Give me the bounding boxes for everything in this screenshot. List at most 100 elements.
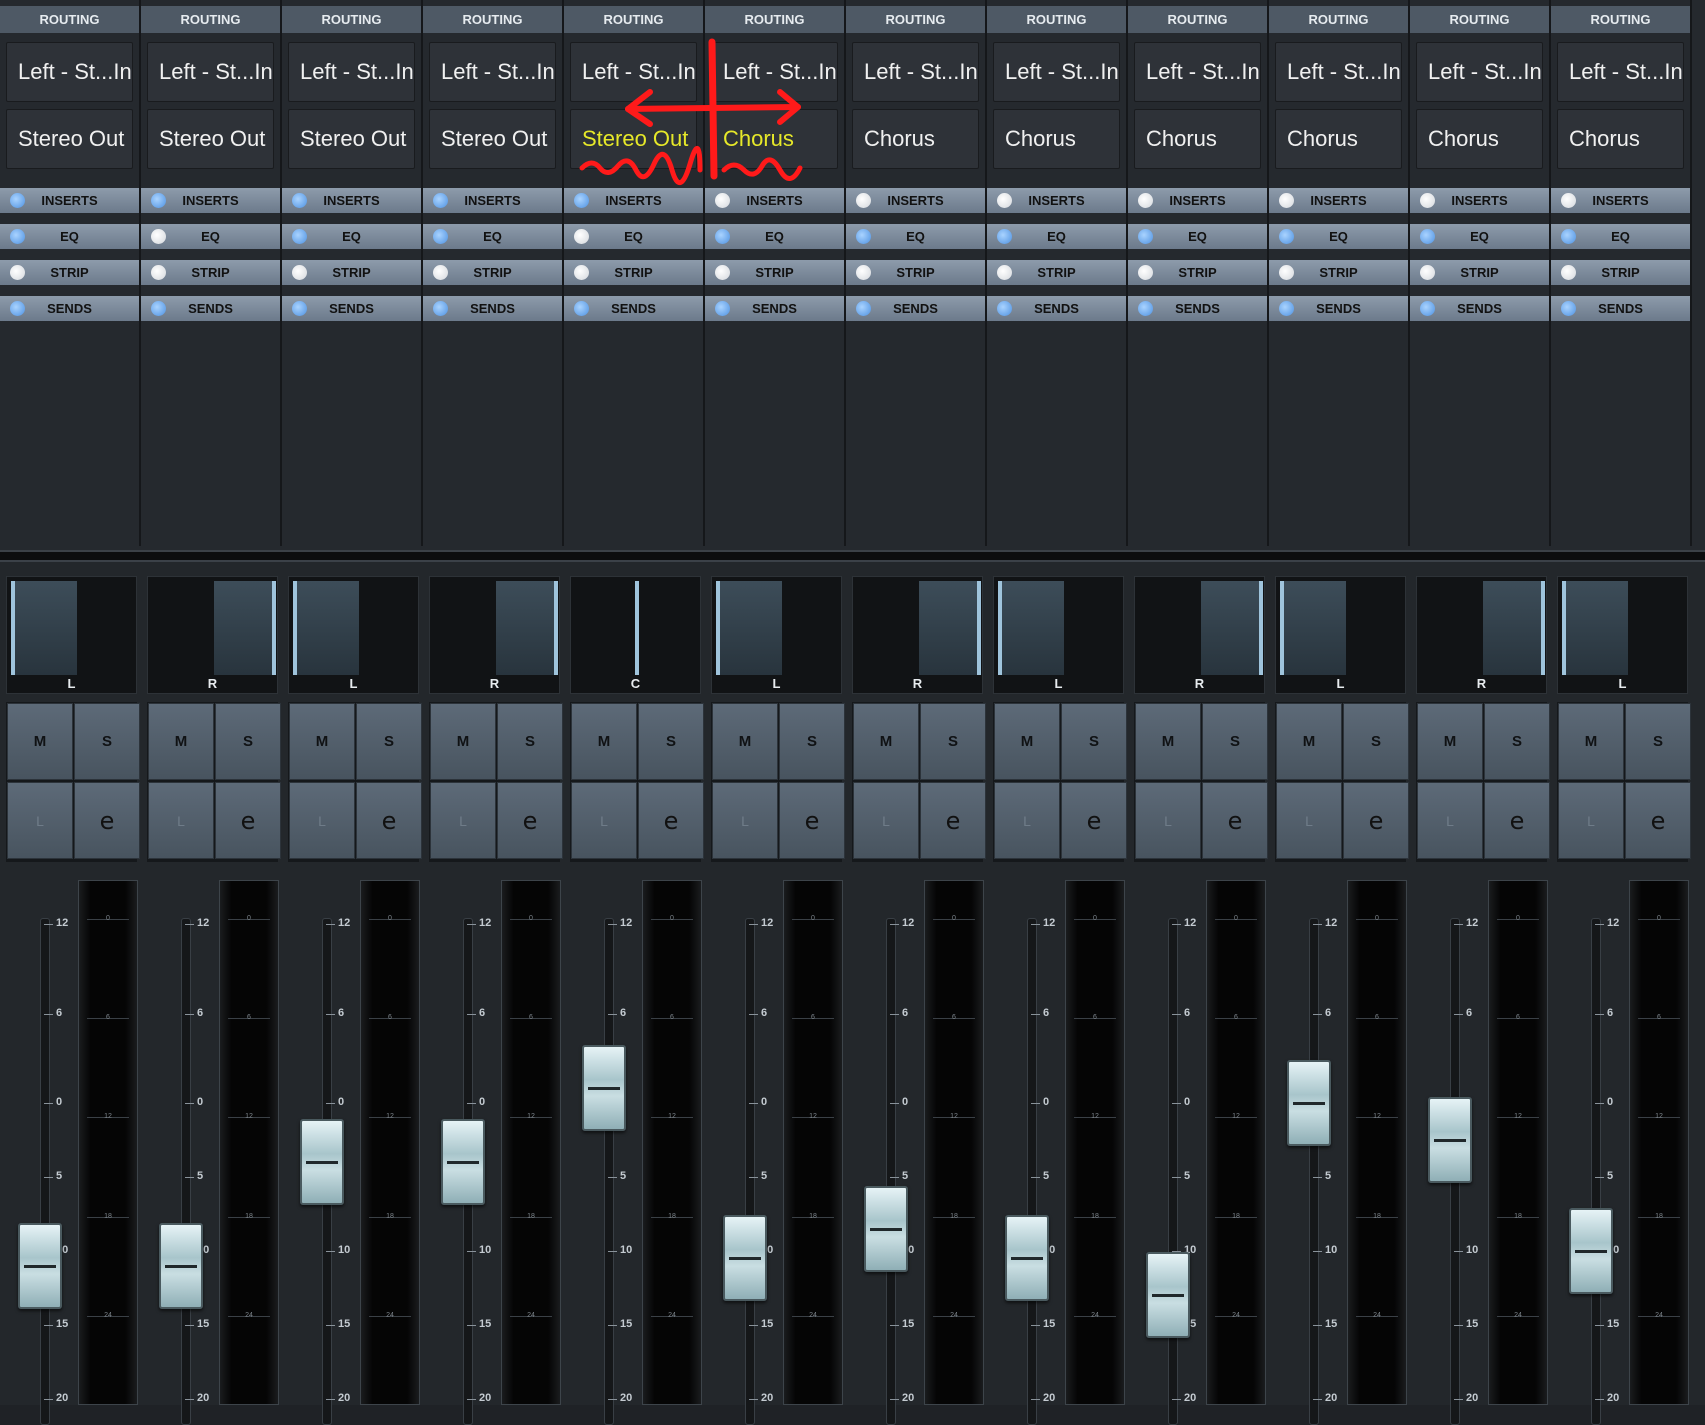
eq-section-toggle[interactable]: EQ	[987, 224, 1126, 249]
section-power-icon[interactable]	[856, 193, 871, 208]
listen-button[interactable]: L	[853, 782, 919, 859]
section-power-icon[interactable]	[1279, 301, 1294, 316]
section-power-icon[interactable]	[1561, 229, 1576, 244]
pan-control[interactable]: R	[429, 576, 560, 694]
input-routing-button[interactable]: Left - St...In	[1275, 42, 1402, 102]
pan-control[interactable]: L	[288, 576, 419, 694]
sends-section-toggle[interactable]: SENDS	[987, 296, 1126, 321]
volume-fader-handle[interactable]	[1569, 1208, 1613, 1294]
inserts-section-toggle[interactable]: INSERTS	[282, 188, 421, 213]
solo-button[interactable]: S	[74, 703, 140, 780]
output-routing-button[interactable]: Chorus	[1557, 109, 1684, 169]
pan-control[interactable]: L	[1557, 576, 1688, 694]
solo-button[interactable]: S	[1061, 703, 1127, 780]
mute-button[interactable]: M	[148, 703, 214, 780]
volume-fader-handle[interactable]	[300, 1119, 344, 1206]
inserts-section-toggle[interactable]: INSERTS	[1128, 188, 1267, 213]
section-power-icon[interactable]	[997, 265, 1012, 280]
section-power-icon[interactable]	[151, 265, 166, 280]
solo-button[interactable]: S	[497, 703, 563, 780]
listen-button[interactable]: L	[430, 782, 496, 859]
eq-section-toggle[interactable]: EQ	[846, 224, 985, 249]
sends-section-toggle[interactable]: SENDS	[1410, 296, 1549, 321]
edit-channel-button[interactable]: e	[1343, 782, 1409, 859]
volume-fader-handle[interactable]	[1428, 1097, 1472, 1183]
strip-section-toggle[interactable]: STRIP	[1410, 260, 1549, 285]
section-power-icon[interactable]	[574, 229, 589, 244]
listen-button[interactable]: L	[994, 782, 1060, 859]
section-power-icon[interactable]	[1279, 265, 1294, 280]
edit-channel-button[interactable]: e	[779, 782, 845, 859]
solo-button[interactable]: S	[920, 703, 986, 780]
section-power-icon[interactable]	[574, 265, 589, 280]
section-power-icon[interactable]	[1420, 265, 1435, 280]
pan-control[interactable]: R	[147, 576, 278, 694]
section-power-icon[interactable]	[1420, 229, 1435, 244]
volume-fader-handle[interactable]	[1005, 1215, 1049, 1302]
edit-channel-button[interactable]: e	[1061, 782, 1127, 859]
solo-button[interactable]: S	[356, 703, 422, 780]
mute-button[interactable]: M	[571, 703, 637, 780]
input-routing-button[interactable]: Left - St...In	[1134, 42, 1261, 102]
input-routing-button[interactable]: Left - St...In	[570, 42, 697, 102]
edit-channel-button[interactable]: e	[74, 782, 140, 859]
solo-button[interactable]: S	[1202, 703, 1268, 780]
edit-channel-button[interactable]: e	[1625, 782, 1691, 859]
input-routing-button[interactable]: Left - St...In	[6, 42, 133, 102]
mute-button[interactable]: M	[853, 703, 919, 780]
listen-button[interactable]: L	[289, 782, 355, 859]
mute-button[interactable]: M	[712, 703, 778, 780]
section-power-icon[interactable]	[997, 229, 1012, 244]
section-power-icon[interactable]	[10, 265, 25, 280]
section-power-icon[interactable]	[997, 193, 1012, 208]
solo-button[interactable]: S	[1484, 703, 1550, 780]
listen-button[interactable]: L	[148, 782, 214, 859]
mute-button[interactable]: M	[1558, 703, 1624, 780]
mute-button[interactable]: M	[994, 703, 1060, 780]
output-routing-button[interactable]: Stereo Out	[288, 109, 415, 169]
mute-button[interactable]: M	[1276, 703, 1342, 780]
inserts-section-toggle[interactable]: INSERTS	[705, 188, 844, 213]
pan-control[interactable]: L	[6, 576, 137, 694]
section-power-icon[interactable]	[1138, 229, 1153, 244]
edit-channel-button[interactable]: e	[497, 782, 563, 859]
output-routing-button[interactable]: Stereo Out	[429, 109, 556, 169]
strip-section-toggle[interactable]: STRIP	[1269, 260, 1408, 285]
section-power-icon[interactable]	[292, 265, 307, 280]
strip-section-toggle[interactable]: STRIP	[564, 260, 703, 285]
section-power-icon[interactable]	[1420, 193, 1435, 208]
listen-button[interactable]: L	[1276, 782, 1342, 859]
output-routing-button[interactable]: Chorus	[1275, 109, 1402, 169]
section-power-icon[interactable]	[1279, 229, 1294, 244]
sends-section-toggle[interactable]: SENDS	[1551, 296, 1690, 321]
edit-channel-button[interactable]: e	[920, 782, 986, 859]
strip-section-toggle[interactable]: STRIP	[846, 260, 985, 285]
solo-button[interactable]: S	[215, 703, 281, 780]
input-routing-button[interactable]: Left - St...In	[429, 42, 556, 102]
section-power-icon[interactable]	[151, 193, 166, 208]
strip-section-toggle[interactable]: STRIP	[282, 260, 421, 285]
edit-channel-button[interactable]: e	[1202, 782, 1268, 859]
listen-button[interactable]: L	[7, 782, 73, 859]
sends-section-toggle[interactable]: SENDS	[423, 296, 562, 321]
inserts-section-toggle[interactable]: INSERTS	[1269, 188, 1408, 213]
section-power-icon[interactable]	[1138, 265, 1153, 280]
solo-button[interactable]: S	[638, 703, 704, 780]
section-power-icon[interactable]	[1561, 301, 1576, 316]
section-power-icon[interactable]	[1420, 301, 1435, 316]
volume-fader-handle[interactable]	[159, 1222, 203, 1309]
edit-channel-button[interactable]: e	[1484, 782, 1550, 859]
sends-section-toggle[interactable]: SENDS	[846, 296, 985, 321]
eq-section-toggle[interactable]: EQ	[1410, 224, 1549, 249]
mute-button[interactable]: M	[7, 703, 73, 780]
output-routing-button[interactable]: Stereo Out	[147, 109, 274, 169]
input-routing-button[interactable]: Left - St...In	[852, 42, 979, 102]
inserts-section-toggle[interactable]: INSERTS	[0, 188, 139, 213]
input-routing-button[interactable]: Left - St...In	[993, 42, 1120, 102]
listen-button[interactable]: L	[1417, 782, 1483, 859]
section-power-icon[interactable]	[433, 229, 448, 244]
inserts-section-toggle[interactable]: INSERTS	[564, 188, 703, 213]
section-power-icon[interactable]	[1138, 301, 1153, 316]
input-routing-button[interactable]: Left - St...In	[288, 42, 415, 102]
solo-button[interactable]: S	[1625, 703, 1691, 780]
